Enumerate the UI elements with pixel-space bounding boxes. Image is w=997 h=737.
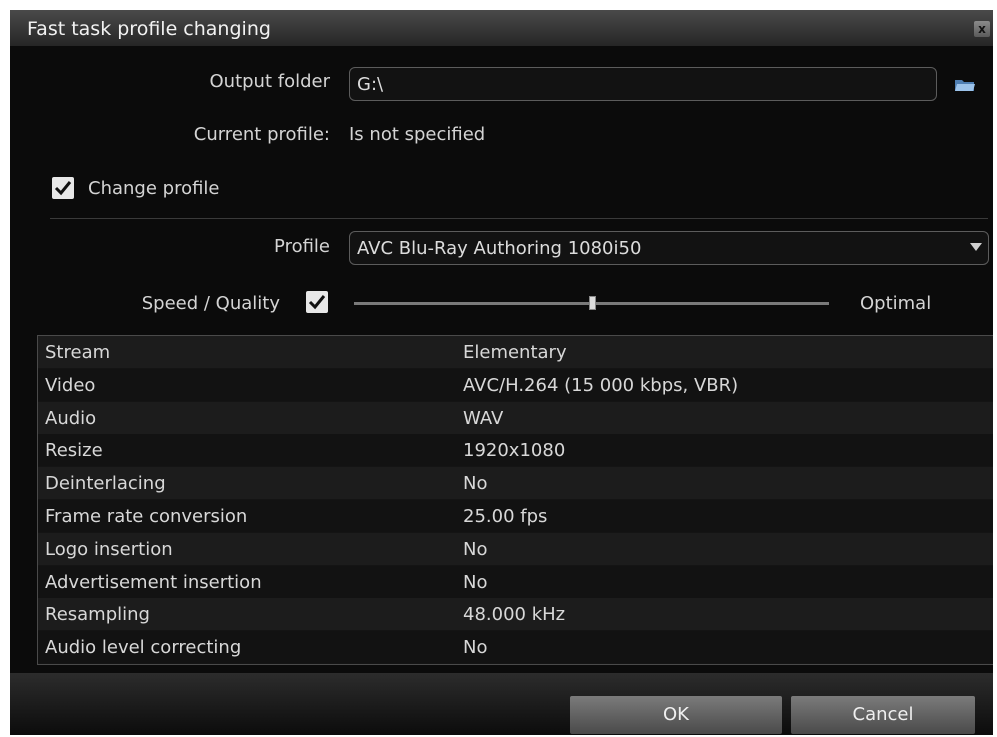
close-button[interactable]: x xyxy=(974,21,990,37)
property-name: Advertisement insertion xyxy=(45,571,262,593)
profile-properties-table: Stream Elementary Video AVC/H.264 (15 000 k… xyxy=(37,335,993,665)
property-name: Stream xyxy=(45,342,111,363)
speed-quality-slider-handle[interactable] xyxy=(588,296,596,310)
table-row: Resampling 48.000 kHz xyxy=(38,598,993,631)
title-bar[interactable]: Fast task profile changing x xyxy=(10,10,993,46)
output-folder-input[interactable]: G:\ xyxy=(349,67,937,101)
current-profile-label: Current profile: xyxy=(193,124,330,145)
output-folder-value: G:\ xyxy=(357,74,384,95)
chevron-down-icon xyxy=(970,243,982,251)
table-row: Deinterlacing No xyxy=(38,467,993,500)
table-row: Frame rate conversion 25.00 fps xyxy=(38,500,993,532)
change-profile-checkbox[interactable] xyxy=(52,177,74,199)
table-row: Audio level correcting No xyxy=(38,631,993,664)
property-value: 1920x1080 xyxy=(463,440,566,462)
property-value: No xyxy=(463,538,488,560)
section-divider xyxy=(50,218,988,219)
speed-quality-checkbox[interactable] xyxy=(306,291,328,313)
profile-label: Profile xyxy=(274,236,330,257)
checkmark-icon xyxy=(54,181,72,196)
table-row: Stream Elementary xyxy=(38,336,993,368)
property-name: Logo insertion xyxy=(45,538,173,560)
table-row: Resize 1920x1080 xyxy=(38,434,993,467)
property-name: Deinterlacing xyxy=(45,473,166,495)
table-row: Audio WAV xyxy=(38,401,993,434)
property-name: Audio xyxy=(45,407,97,429)
table-row: Advertisement insertion No xyxy=(38,565,993,598)
property-name: Resize xyxy=(45,440,103,462)
property-value: 25.00 fps xyxy=(463,506,548,527)
property-value: No xyxy=(463,473,488,495)
close-icon: x xyxy=(978,22,986,36)
current-profile-value: Is not specified xyxy=(349,124,486,145)
profile-dropdown[interactable]: AVC Blu-Ray Authoring 1080i50 xyxy=(349,231,989,265)
property-value: 48.000 kHz xyxy=(463,604,566,626)
property-value: No xyxy=(463,571,488,593)
property-value: Elementary xyxy=(463,342,567,363)
output-folder-label: Output folder xyxy=(209,71,331,92)
ok-button[interactable]: OK xyxy=(570,696,782,734)
property-value: WAV xyxy=(463,407,504,429)
fast-task-profile-dialog: Fast task profile changing x Output fold… xyxy=(10,10,993,735)
speed-quality-label: Speed / Quality xyxy=(141,293,280,314)
cancel-button[interactable]: Cancel xyxy=(791,696,975,734)
profile-selected-value: AVC Blu-Ray Authoring 1080i50 xyxy=(357,238,642,259)
window-title: Fast task profile changing xyxy=(27,18,271,40)
property-name: Frame rate conversion xyxy=(45,506,248,527)
property-value: AVC/H.264 (15 000 kbps, VBR) xyxy=(463,374,739,396)
property-name: Resampling xyxy=(45,604,150,626)
property-name: Video xyxy=(45,374,96,396)
table-row: Video AVC/H.264 (15 000 kbps, VBR) xyxy=(38,368,993,401)
table-row: Logo insertion No xyxy=(38,532,993,565)
change-profile-label: Change profile xyxy=(88,178,220,199)
property-value: No xyxy=(463,637,488,659)
property-name: Audio level correcting xyxy=(45,637,242,659)
speed-quality-value: Optimal xyxy=(860,293,932,314)
checkmark-icon xyxy=(308,295,326,310)
folder-open-icon[interactable] xyxy=(954,77,976,93)
